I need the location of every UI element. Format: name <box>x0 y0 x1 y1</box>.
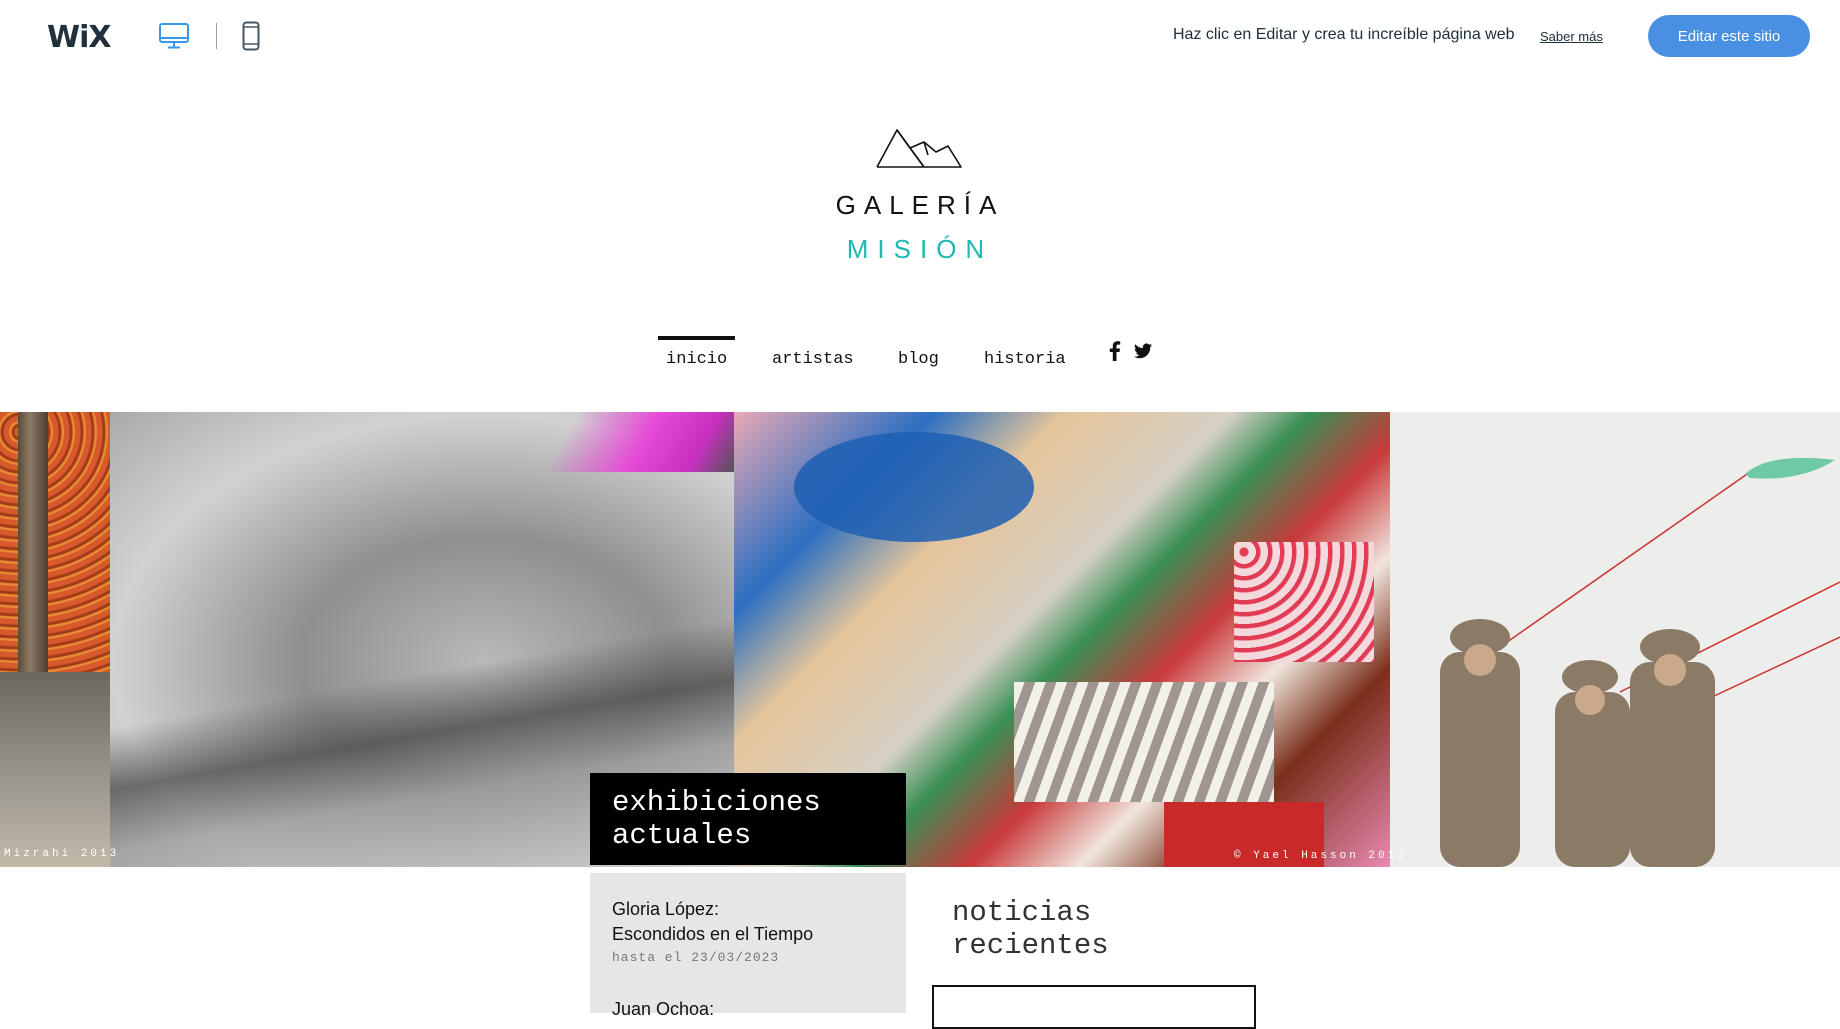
exhibition-name-line2[interactable]: Escondidos en el Tiempo <box>612 922 813 947</box>
exhibitions-heading: exhibiciones actuales <box>590 773 906 865</box>
news-heading: noticias recientes <box>952 896 1109 962</box>
nav-item-inicio[interactable]: inicio <box>657 336 736 369</box>
polka-dot-garment-image <box>1234 542 1374 662</box>
wix-logo[interactable]: WiX <box>47 20 112 55</box>
mobile-view-icon[interactable] <box>234 20 268 52</box>
nav-item-artistas[interactable]: artistas <box>772 336 854 369</box>
striped-garment-image <box>1014 682 1274 802</box>
exhibition-name-line1[interactable]: Gloria López: <box>612 897 719 922</box>
facebook-icon[interactable] <box>1104 340 1126 362</box>
exhibitions-heading-line1: exhibiciones <box>612 786 821 819</box>
nav-item-historia[interactable]: historia <box>984 336 1066 369</box>
credit-left: Mizrahi 2013 <box>4 848 120 860</box>
credit-right: © Yael Hasson 2013 <box>1234 850 1407 862</box>
news-heading-line1: noticias <box>952 896 1092 929</box>
logo-wordmark-line2: MISIÓN <box>846 234 994 264</box>
ground-image <box>0 672 110 867</box>
edit-site-button[interactable]: Editar este sitio <box>1648 15 1810 57</box>
blue-garment-image <box>794 432 1034 542</box>
learn-more-link[interactable]: Saber más <box>1540 29 1603 44</box>
magenta-splash-image <box>530 412 734 472</box>
promo-message: Haz clic en Editar y crea tu increíble p… <box>1173 26 1515 43</box>
twitter-icon[interactable] <box>1132 340 1154 362</box>
logo-wordmark-line1: GALERÍA <box>835 190 1005 220</box>
artwork-scouts-collage <box>1390 412 1840 867</box>
desktop-view-icon[interactable] <box>157 20 191 52</box>
artwork-dots-panel <box>0 412 110 867</box>
view-divider <box>216 23 217 49</box>
exhibitions-list: Gloria López: Escondidos en el Tiempo ha… <box>590 873 906 1019</box>
exhibition-name-line1[interactable]: Juan Ochoa: <box>612 997 714 1022</box>
news-heading-line2: recientes <box>952 929 1109 962</box>
nav-item-blog[interactable]: blog <box>898 336 939 369</box>
exhibitions-heading-line2: actuales <box>612 819 752 852</box>
hero-gallery: Mizrahi 2013 © Yael Hasson 2013 <box>0 412 1840 867</box>
wix-top-bar: WiX Haz clic en Editar y crea tu increíb… <box>0 0 1840 72</box>
news-item-box[interactable] <box>932 985 1256 1029</box>
mountain-logo-icon[interactable] <box>876 126 962 168</box>
exhibition-date: hasta el 23/03/2023 <box>612 950 780 965</box>
scouts-collage-image <box>1440 457 1840 867</box>
